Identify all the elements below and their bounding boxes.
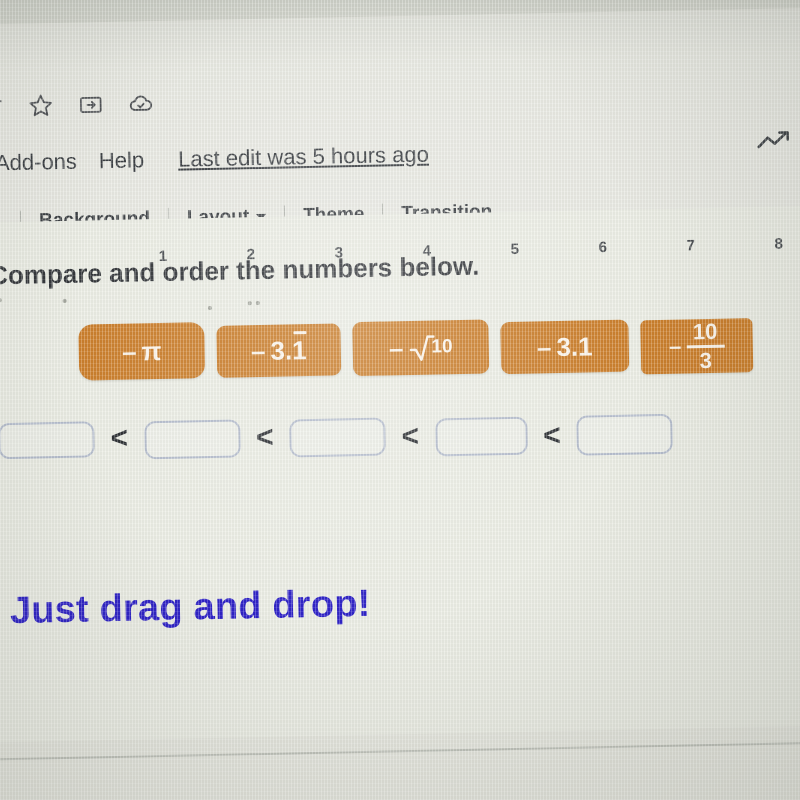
slide-bottom-edge [0, 740, 800, 761]
ruler-number: 6 [598, 238, 608, 256]
ruler-number: 8 [774, 234, 784, 253]
tile-value: 3.1 [270, 334, 307, 366]
less-than-operator: < [401, 419, 420, 453]
screen-speck [62, 298, 67, 303]
menu-bar: Add-ons Help Last edit was 5 hours ago [0, 142, 429, 177]
last-edit-link[interactable]: Last edit was 5 hours ago [178, 142, 429, 173]
ruler-number: 4 [422, 242, 432, 260]
add-to-drive-icon[interactable] [78, 91, 105, 118]
screen-speck [247, 301, 252, 306]
tile-neg-10-over-3[interactable]: – 10 3 [640, 318, 754, 375]
answer-row: < < < < [0, 401, 674, 468]
tile-neg-3-1[interactable]: –3.1 [500, 319, 630, 375]
tile-sign: – [536, 331, 552, 362]
star-icon[interactable] [28, 92, 55, 119]
screen-speck [255, 300, 260, 306]
answer-box-5[interactable] [576, 413, 674, 456]
doc-title-row: r [0, 89, 154, 120]
ruler-number: 5 [510, 240, 520, 258]
fraction-numerator: 10 [692, 318, 718, 344]
trending-up-icon[interactable] [754, 126, 797, 157]
repeating-bar-icon [293, 330, 307, 334]
tile-sign: – [250, 335, 266, 366]
menu-item-add-ons[interactable]: Add-ons [0, 149, 77, 177]
tile-value: 3.1 [556, 330, 593, 362]
cloud-saved-icon[interactable] [128, 90, 155, 117]
less-than-operator: < [255, 420, 274, 454]
slide-canvas[interactable]: Compare and order the numbers below. – π … [0, 205, 800, 743]
radicand: 10 [431, 336, 453, 358]
fraction: – 10 3 [668, 318, 725, 373]
answer-box-4[interactable] [434, 416, 528, 456]
less-than-operator: < [110, 421, 129, 455]
answer-box-3[interactable] [289, 417, 386, 458]
ruler-number: 1 [158, 247, 168, 265]
tile-neg-sqrt-10[interactable]: – 10 [352, 319, 490, 377]
instruction-text[interactable]: Just drag and drop! [10, 583, 371, 633]
answer-box-1[interactable] [0, 420, 95, 459]
screen-speck [207, 305, 212, 311]
square-root-icon: 10 [408, 332, 453, 363]
screen-speck [0, 298, 2, 303]
repeating-decimal: 3.1 [270, 330, 307, 367]
screenshot-photo: ...gIcEk9IyUX5b5_yhnGguB92HDXQqWBs/edit#… [0, 0, 800, 800]
ruler-number: 7 [686, 236, 696, 254]
tile-sign: – [121, 335, 137, 367]
tile-neg-pi[interactable]: – π [78, 322, 206, 381]
number-tiles: – π – 3.1 – 10 – 3.1 – 10 3 [78, 311, 754, 386]
tile-neg-3-1-repeat[interactable]: – 3.1 [216, 323, 342, 378]
less-than-operator: < [542, 418, 561, 452]
page-title[interactable]: Compare and order the numbers below. [0, 251, 480, 292]
tile-sign: – [388, 332, 404, 363]
ruler-number: 2 [246, 245, 256, 263]
fraction-denominator: 3 [699, 347, 713, 373]
answer-box-2[interactable] [143, 418, 241, 459]
tile-sign: – [668, 333, 682, 359]
tile-value: π [141, 335, 162, 366]
menu-item-help[interactable]: Help [99, 147, 145, 174]
document-title-tail[interactable]: r [0, 92, 2, 120]
ruler-number: 3 [334, 243, 344, 261]
